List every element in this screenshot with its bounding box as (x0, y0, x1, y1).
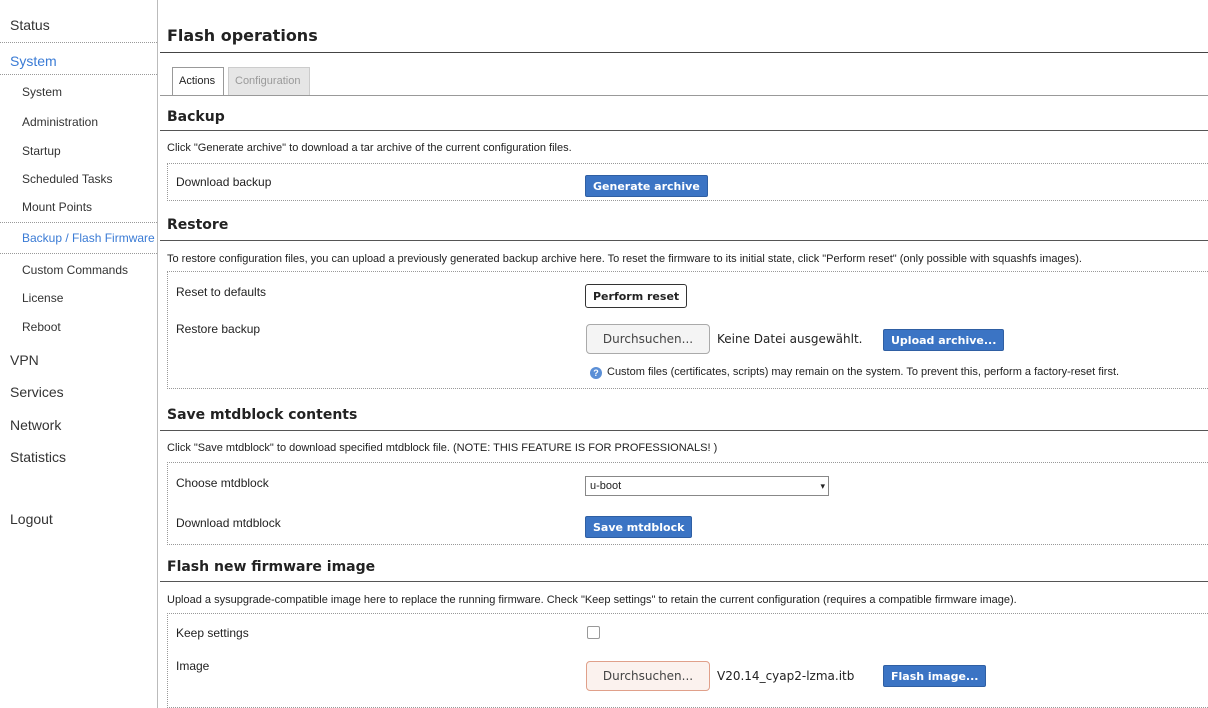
reset-defaults-label: Reset to defaults (176, 285, 267, 299)
main-content: Flash operations Actions Configuration B… (160, 0, 1208, 708)
section-title-flash: Flash new firmware image (167, 559, 376, 575)
sidebar-item-services[interactable]: Services (10, 384, 64, 400)
divider (160, 130, 1208, 131)
tab-actions[interactable]: Actions (172, 67, 224, 95)
divider (160, 240, 1208, 241)
section-title-backup: Backup (167, 109, 225, 125)
mtdblock-select-value: u-boot (590, 480, 622, 492)
divider (0, 74, 157, 75)
choose-mtdblock-label: Choose mtdblock (176, 476, 269, 490)
info-icon: ? (590, 367, 602, 379)
divider (160, 430, 1208, 431)
sidebar-item-system[interactable]: System (10, 53, 57, 69)
restore-browse-button[interactable]: Durchsuchen... (586, 324, 710, 354)
divider (0, 253, 157, 254)
sidebar-subitem-reboot[interactable]: Reboot (22, 320, 61, 334)
restore-file-status: Keine Datei ausgewählt. (717, 332, 863, 346)
flash-image-button[interactable]: Flash image... (883, 665, 987, 687)
image-label: Image (176, 659, 210, 673)
divider (160, 52, 1208, 53)
restore-backup-label: Restore backup (176, 322, 261, 336)
upload-archive-button[interactable]: Upload archive... (883, 329, 1005, 351)
keep-settings-label: Keep settings (176, 626, 249, 640)
sidebar-subitem-administration[interactable]: Administration (22, 115, 98, 129)
sidebar-item-statistics[interactable]: Statistics (10, 449, 66, 465)
sidebar-subitem-system[interactable]: System (22, 85, 62, 99)
chevron-down-icon: ▾ (820, 481, 825, 491)
divider (160, 581, 1208, 582)
image-file-name: V20.14_cyap2-lzma.itb (717, 669, 855, 683)
image-browse-button[interactable]: Durchsuchen... (586, 661, 710, 691)
sidebar-subitem-mount-points[interactable]: Mount Points (22, 200, 92, 214)
sidebar-item-logout[interactable]: Logout (10, 511, 53, 527)
sidebar-item-network[interactable]: Network (10, 417, 61, 433)
section-title-mtdblock: Save mtdblock contents (167, 407, 358, 423)
download-mtdblock-label: Download mtdblock (176, 516, 281, 530)
sidebar-nav: Status System System Administration Star… (0, 0, 158, 708)
divider (0, 42, 157, 43)
restore-hint: ? Custom files (certificates, scripts) ma… (590, 366, 1119, 379)
sidebar-item-status[interactable]: Status (10, 17, 50, 33)
divider (0, 222, 157, 223)
tab-configuration[interactable]: Configuration (228, 67, 310, 95)
mtdblock-description: Click "Save mtdblock" to download specif… (167, 442, 718, 454)
generate-archive-button[interactable]: Generate archive (585, 175, 708, 197)
divider (160, 95, 1208, 96)
sidebar-subitem-scheduled-tasks[interactable]: Scheduled Tasks (22, 172, 113, 186)
sidebar-subitem-custom-commands[interactable]: Custom Commands (22, 263, 128, 277)
download-backup-label: Download backup (176, 175, 272, 189)
mtdblock-select[interactable]: u-boot ▾ (585, 476, 829, 496)
sidebar-subitem-startup[interactable]: Startup (22, 144, 61, 158)
perform-reset-button[interactable]: Perform reset (585, 284, 688, 308)
restore-hint-text: Custom files (certificates, scripts) may… (607, 366, 1120, 378)
restore-description: To restore configuration files, you can … (167, 253, 1082, 265)
backup-description: Click "Generate archive" to download a t… (167, 142, 572, 154)
sidebar-item-vpn[interactable]: VPN (10, 352, 39, 368)
sidebar-subitem-backup-flash[interactable]: Backup / Flash Firmware (22, 231, 155, 245)
flash-description: Upload a sysupgrade-compatible image her… (167, 594, 1017, 606)
keep-settings-checkbox[interactable] (587, 626, 600, 639)
section-title-restore: Restore (167, 217, 229, 233)
save-mtdblock-button[interactable]: Save mtdblock (585, 516, 693, 538)
page-title: Flash operations (167, 26, 318, 45)
sidebar-subitem-license[interactable]: License (22, 291, 63, 305)
